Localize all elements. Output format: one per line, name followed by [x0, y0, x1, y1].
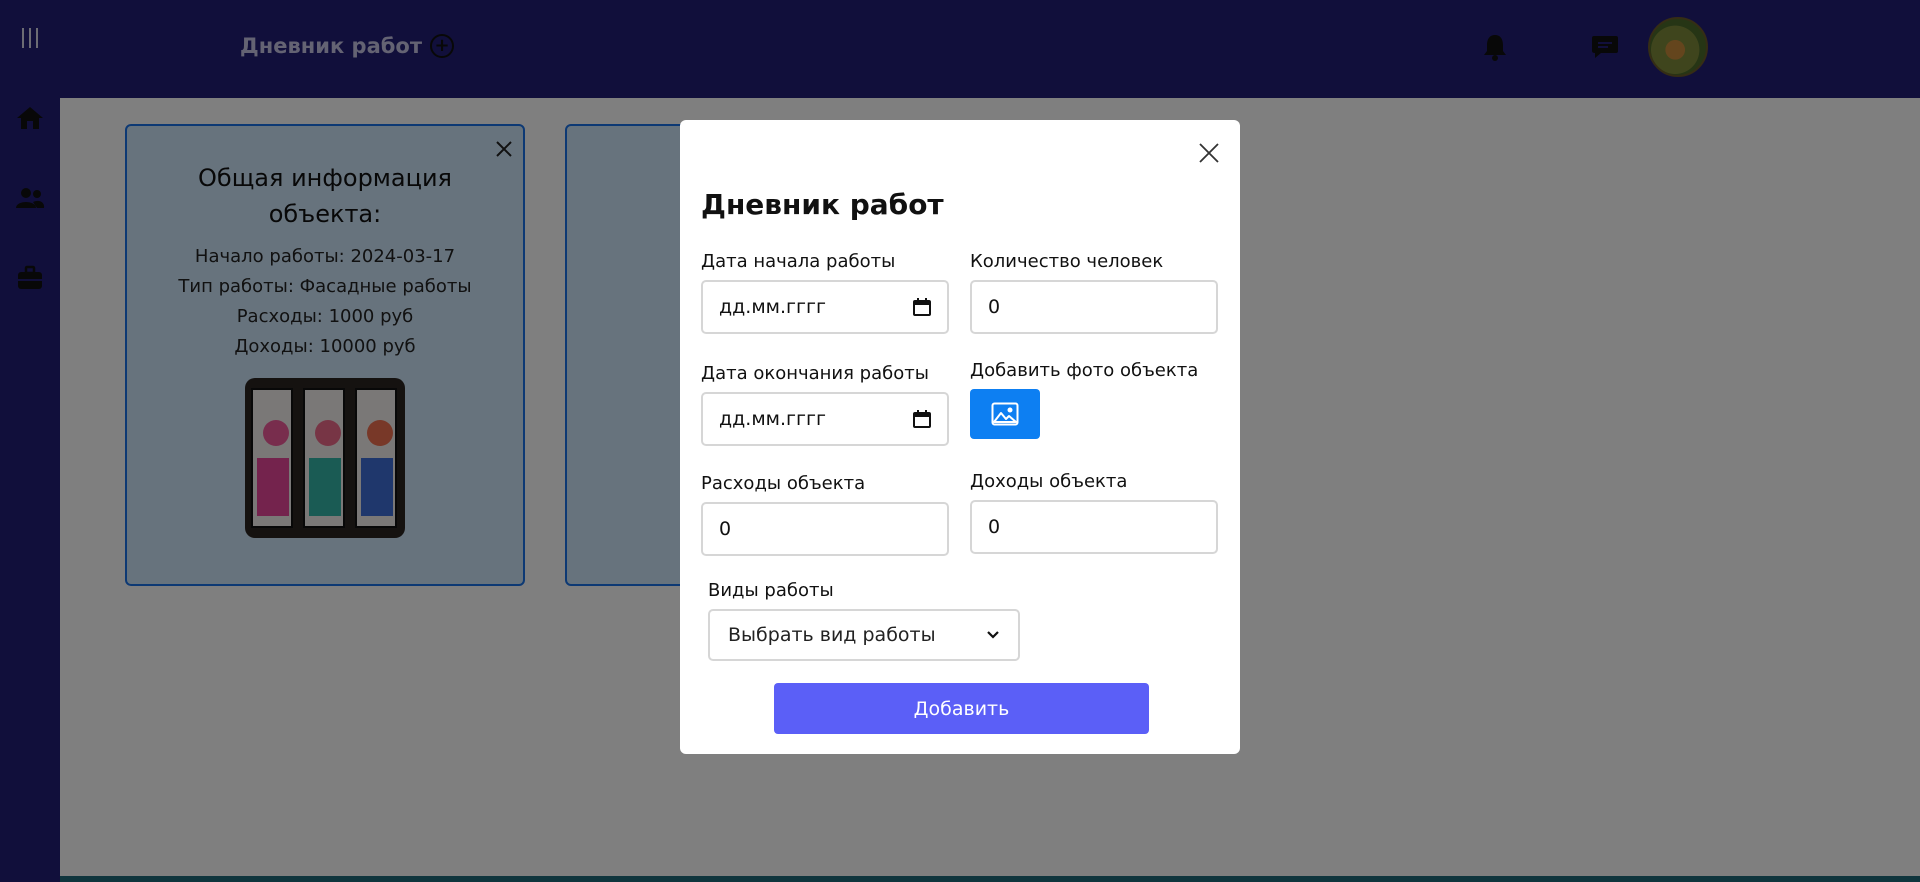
add-button[interactable]: Добавить — [774, 683, 1149, 734]
calendar-icon[interactable] — [913, 298, 931, 316]
start-date-value: дд.мм.гггг — [719, 296, 826, 318]
expenses-input[interactable]: 0 — [701, 502, 949, 556]
start-date-field: Дата начала работы дд.мм.гггг — [701, 251, 949, 334]
income-input[interactable]: 0 — [970, 500, 1218, 554]
work-diary-modal: Дневник работ Дата начала работы дд.мм.г… — [680, 120, 1240, 754]
expenses-field: Расходы объекта 0 — [701, 473, 949, 556]
add-photo-field: Добавить фото объекта — [970, 360, 1198, 439]
calendar-icon[interactable] — [913, 410, 931, 428]
people-count-field: Количество человек 0 — [970, 251, 1218, 334]
end-date-label: Дата окончания работы — [701, 363, 929, 384]
add-photo-button[interactable] — [970, 389, 1040, 439]
expenses-label: Расходы объекта — [701, 473, 866, 494]
start-date-label: Дата начала работы — [701, 251, 896, 272]
start-date-input[interactable]: дд.мм.гггг — [701, 280, 949, 334]
people-count-input[interactable]: 0 — [970, 280, 1218, 334]
add-photo-label: Добавить фото объекта — [970, 360, 1199, 381]
income-label: Доходы объекта — [970, 471, 1128, 492]
close-icon[interactable] — [1198, 142, 1220, 164]
income-field: Доходы объекта 0 — [970, 471, 1218, 554]
modal-title: Дневник работ — [701, 188, 944, 221]
chevron-down-icon — [987, 631, 999, 639]
end-date-input[interactable]: дд.мм.гггг — [701, 392, 949, 446]
people-count-label: Количество человек — [970, 251, 1164, 272]
end-date-field: Дата окончания работы дд.мм.гггг — [701, 363, 949, 446]
income-value: 0 — [988, 516, 1001, 538]
work-type-select[interactable]: Выбрать вид работы — [708, 609, 1020, 661]
end-date-value: дд.мм.гггг — [719, 408, 826, 430]
image-icon — [991, 402, 1019, 426]
people-count-value: 0 — [988, 296, 1001, 318]
work-type-label: Виды работы — [708, 580, 834, 601]
expenses-value: 0 — [719, 518, 732, 540]
work-type-field: Виды работы Выбрать вид работы — [708, 580, 1020, 661]
work-type-value: Выбрать вид работы — [728, 624, 936, 646]
